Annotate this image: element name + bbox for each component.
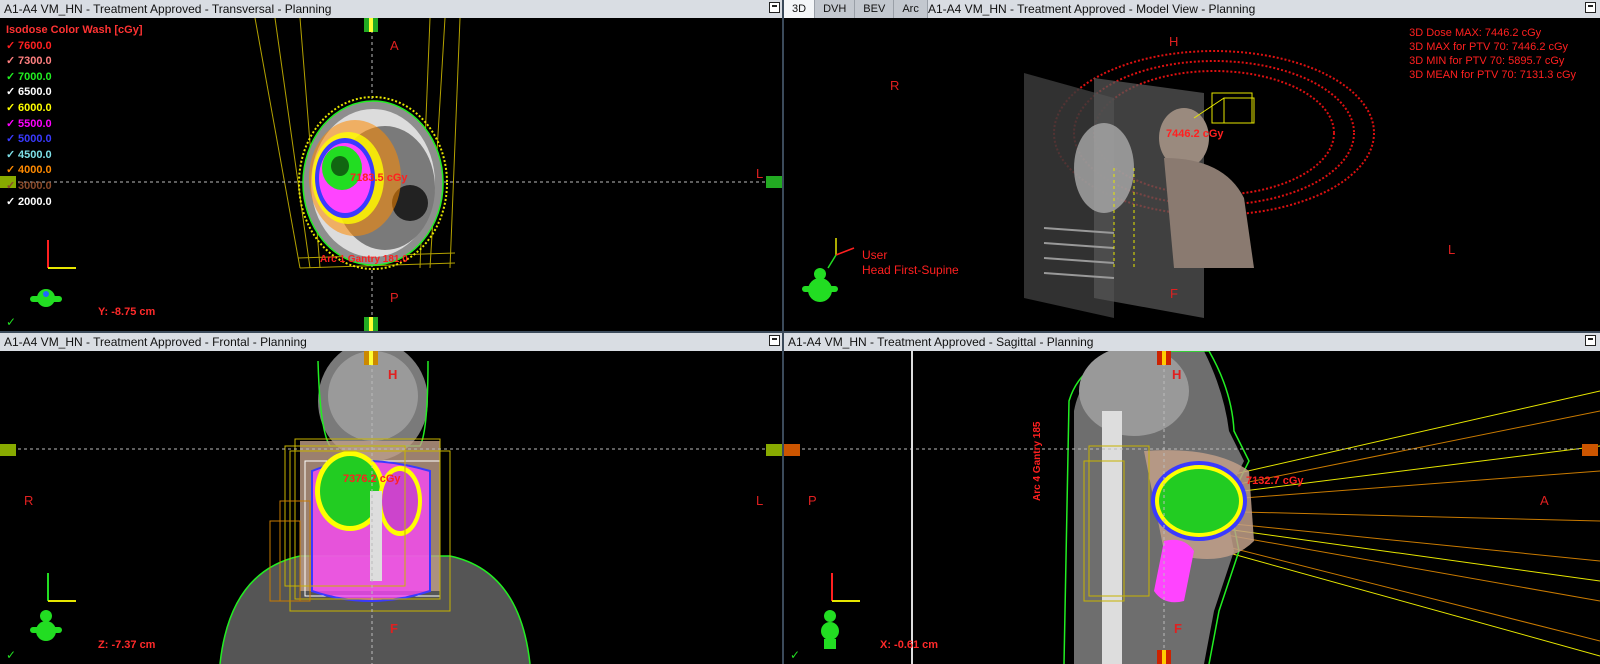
dose-max-label: 7183.5 cGy <box>350 172 408 184</box>
isodose-level-item[interactable]: ✓ 6000.0 <box>6 101 143 117</box>
isodose-level-value: 7300.0 <box>18 55 52 68</box>
head-label: H <box>1172 367 1182 382</box>
stat-dose-max: 3D Dose MAX: 7446.2 cGy <box>1409 27 1542 39</box>
pane-sagittal[interactable]: A1-A4 VM_HN - Treatment Approved - Sagit… <box>784 333 1600 664</box>
isodose-level-value: 4000.0 <box>18 164 52 177</box>
check-icon[interactable]: ✓ <box>6 148 18 164</box>
maximize-icon[interactable] <box>1585 335 1596 346</box>
isodose-level-value: 7600.0 <box>18 39 52 52</box>
isodose-level-value: 5000.0 <box>18 133 52 146</box>
check-icon[interactable]: ✓ <box>6 101 18 117</box>
isodose-level-value: 3000.0 <box>18 179 52 192</box>
pane-title: A1-A4 VM_HN - Treatment Approved - Model… <box>928 2 1256 16</box>
isodose-level-value: 6500.0 <box>18 86 52 99</box>
tab-arc[interactable]: Arc <box>894 0 928 18</box>
feet-label: F <box>1170 286 1178 301</box>
maximize-icon[interactable] <box>769 2 780 13</box>
coordinate-readout: Z: -7.37 cm <box>98 639 156 651</box>
isodose-level-item[interactable]: ✓ 7600.0 <box>6 39 143 55</box>
pane-title-bar[interactable]: A1-A4 VM_HN - Treatment Approved - Front… <box>0 333 784 351</box>
left-label: L <box>1448 242 1456 257</box>
head-label: H <box>1169 34 1179 49</box>
sagittal-image <box>784 351 1600 664</box>
check-icon[interactable]: ✓ <box>6 195 18 211</box>
isodose-level-item[interactable]: ✓ 4000.0 <box>6 163 143 179</box>
check-icon[interactable]: ✓ <box>6 117 18 133</box>
orientation-user: User <box>862 248 888 262</box>
pane-model-view[interactable]: 3D DVH BEV Arc A1-A4 VM_HN - Treatment A… <box>784 0 1600 331</box>
isodose-level-item[interactable]: ✓ 3000.0 <box>6 179 143 195</box>
pane-frontal[interactable]: A1-A4 VM_HN - Treatment Approved - Front… <box>0 333 784 664</box>
pane-title: A1-A4 VM_HN - Treatment Approved - Sagit… <box>788 335 1094 349</box>
pane-divider[interactable] <box>0 331 1600 333</box>
dose-max-label: 7376.2 cGy <box>343 473 401 485</box>
model-3d-view[interactable]: H R L F 7446.2 cGy User Head First-Supin… <box>784 18 1600 331</box>
isodose-legend-header: Isodose Color Wash [cGy] <box>6 24 143 36</box>
feet-label: F <box>390 621 398 636</box>
stat-ptv-mean: 3D MEAN for PTV 70: 7131.3 cGy <box>1409 69 1576 81</box>
left-label: L <box>756 166 764 181</box>
isodose-level-item[interactable]: ✓ 4500.0 <box>6 148 143 164</box>
tab-dvh[interactable]: DVH <box>815 0 856 18</box>
isodose-level-value: 2000.0 <box>18 195 52 208</box>
posterior-label: P <box>808 493 817 508</box>
check-icon: ✓ <box>6 648 17 662</box>
check-icon: ✓ <box>6 315 17 329</box>
transversal-view[interactable]: A P L 7183.5 cGy Arc 1 Gantry 181.0 Y: -… <box>0 18 784 331</box>
right-label: R <box>24 493 34 508</box>
check-icon[interactable]: ✓ <box>6 85 18 101</box>
frontal-image <box>0 351 784 664</box>
orientation-text: User Head First-Supine <box>862 248 959 278</box>
frontal-view[interactable]: H R L F 7376.2 cGy Z: -7.37 cm ✓ <box>0 351 784 664</box>
orientation-position: Head First-Supine <box>862 263 959 277</box>
pane-title: A1-A4 VM_HN - Treatment Approved - Trans… <box>4 2 332 16</box>
tab-bev[interactable]: BEV <box>855 0 895 18</box>
pane-title-bar[interactable]: 3D DVH BEV Arc A1-A4 VM_HN - Treatment A… <box>784 0 1600 18</box>
dose-statistics: 3D Dose MAX: 7446.2 cGy 3D MAX for PTV 7… <box>1409 26 1576 82</box>
dose-max-label: 7446.2 cGy <box>1166 128 1224 140</box>
isodose-level-value: 6000.0 <box>18 101 52 114</box>
isodose-level-item[interactable]: ✓ 5000.0 <box>6 132 143 148</box>
coordinate-readout: X: -0.61 cm <box>880 639 939 651</box>
anterior-label: A <box>390 38 399 53</box>
right-label: R <box>890 78 900 93</box>
posterior-label: P <box>390 290 399 305</box>
check-icon[interactable]: ✓ <box>6 179 18 195</box>
stat-ptv-max: 3D MAX for PTV 70: 7446.2 cGy <box>1409 41 1569 53</box>
tab-3d[interactable]: 3D <box>784 0 816 18</box>
left-label: L <box>756 493 764 508</box>
feet-label: F <box>1174 621 1182 636</box>
isodose-legend[interactable]: Isodose Color Wash [cGy] ✓ 7600.0 ✓ 7300.0 ✓… <box>6 23 143 210</box>
check-icon[interactable]: ✓ <box>6 39 18 55</box>
isodose-level-item[interactable]: ✓ 6500.0 <box>6 85 143 101</box>
head-label: H <box>388 367 398 382</box>
isodose-level-value: 7000.0 <box>18 70 52 83</box>
isodose-level-item[interactable]: ✓ 2000.0 <box>6 195 143 211</box>
view-tabs[interactable]: 3D DVH BEV Arc <box>784 0 928 18</box>
coordinate-readout: Y: -8.75 cm <box>98 306 156 318</box>
pane-transversal[interactable]: A1-A4 VM_HN - Treatment Approved - Trans… <box>0 0 784 331</box>
isodose-level-item[interactable]: ✓ 7000.0 <box>6 70 143 86</box>
check-icon[interactable]: ✓ <box>6 70 18 86</box>
pane-title: A1-A4 VM_HN - Treatment Approved - Front… <box>4 335 307 349</box>
anterior-label: A <box>1540 493 1549 508</box>
dose-max-label: 7132.7 cGy <box>1246 475 1304 487</box>
isodose-level-item[interactable]: ✓ 5500.0 <box>6 117 143 133</box>
isodose-level-item[interactable]: ✓ 7300.0 <box>6 54 143 70</box>
check-icon[interactable]: ✓ <box>6 132 18 148</box>
check-icon[interactable]: ✓ <box>6 163 18 179</box>
sagittal-view[interactable]: H P A F 7132.7 cGy Arc 4 Gantry 185 X: -… <box>784 351 1600 664</box>
check-icon[interactable]: ✓ <box>6 54 18 70</box>
maximize-icon[interactable] <box>1585 2 1596 13</box>
pane-title-bar[interactable]: A1-A4 VM_HN - Treatment Approved - Sagit… <box>784 333 1600 351</box>
isodose-level-value: 5500.0 <box>18 117 52 130</box>
beam-label: Arc 1 Gantry 181.0 <box>320 254 408 265</box>
check-icon: ✓ <box>790 648 801 662</box>
isodose-level-value: 4500.0 <box>18 148 52 161</box>
maximize-icon[interactable] <box>769 335 780 346</box>
beam-label: Arc 4 Gantry 185 <box>1032 421 1043 502</box>
stat-ptv-min: 3D MIN for PTV 70: 5895.7 cGy <box>1409 55 1565 67</box>
pane-title-bar[interactable]: A1-A4 VM_HN - Treatment Approved - Trans… <box>0 0 784 18</box>
